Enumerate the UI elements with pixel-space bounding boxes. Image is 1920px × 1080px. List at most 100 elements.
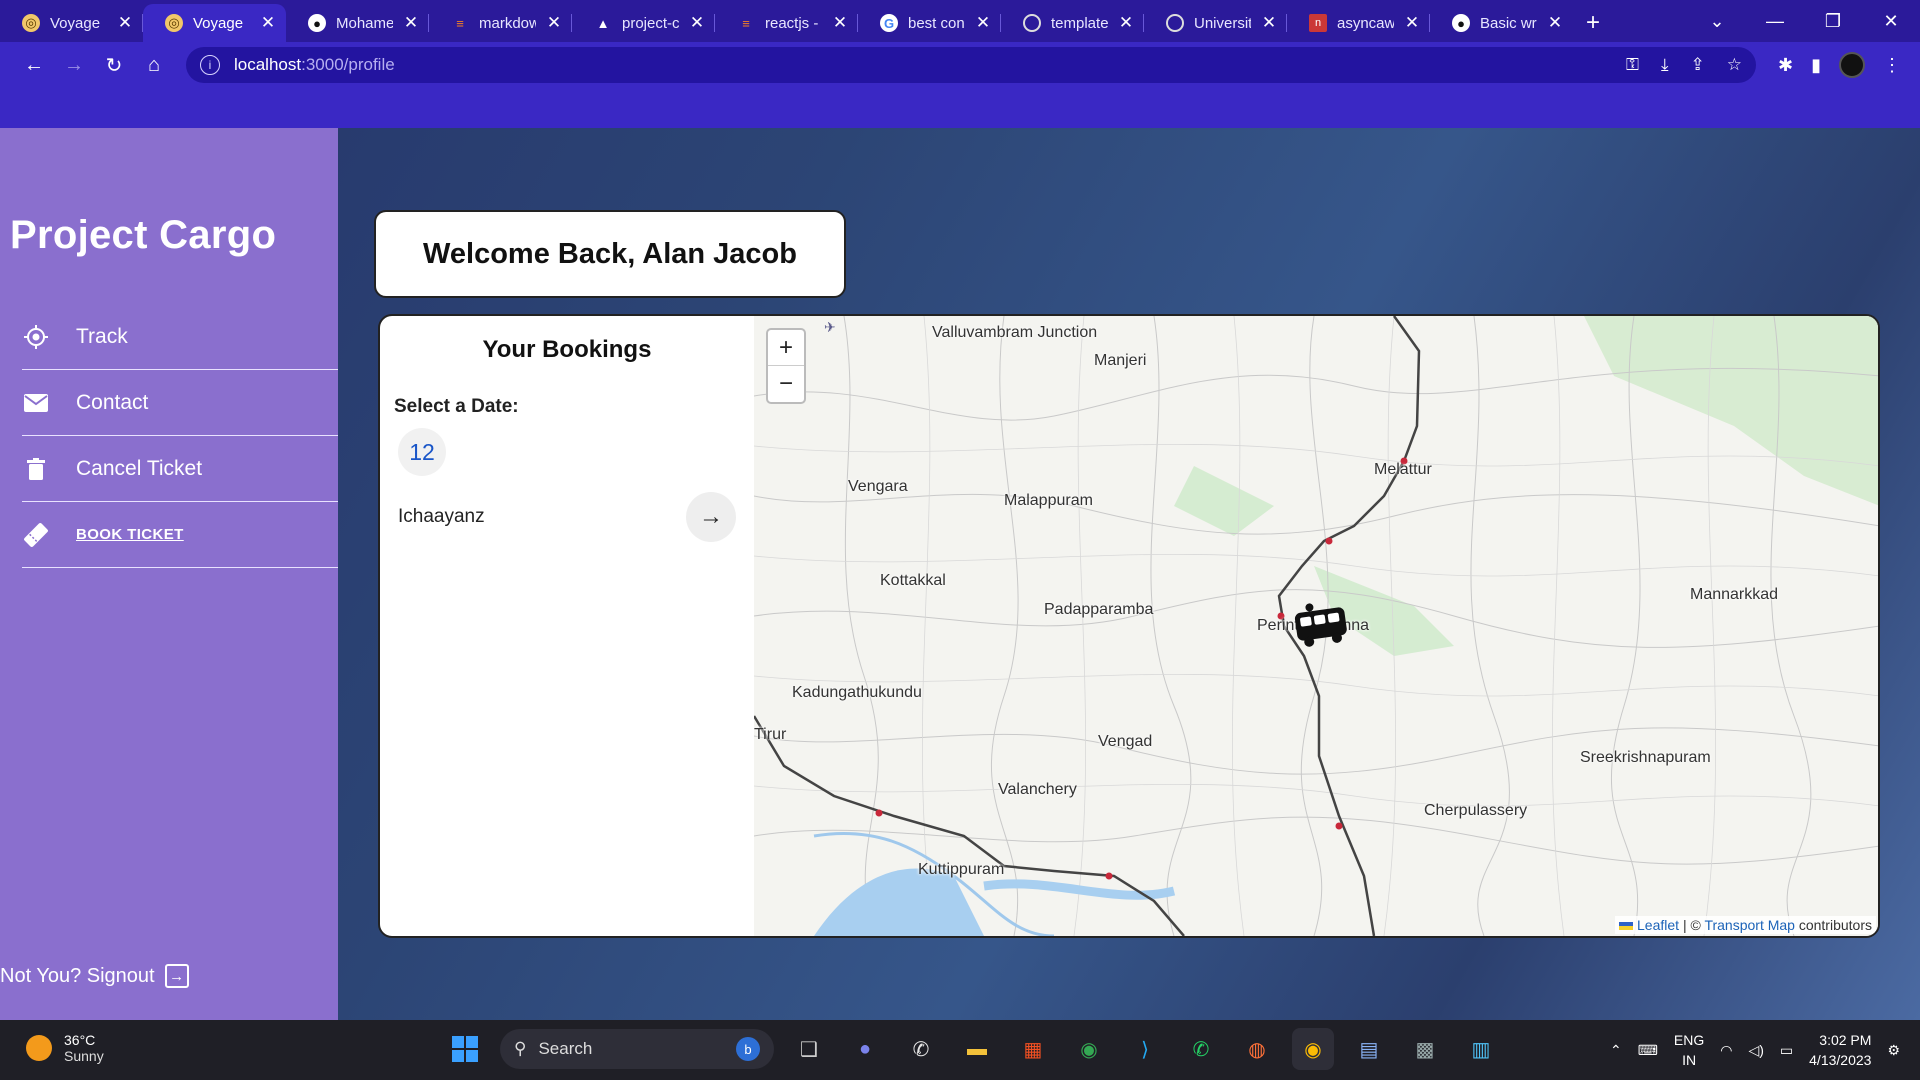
- extensions-icon[interactable]: ✱: [1778, 55, 1793, 76]
- close-icon[interactable]: ✕: [975, 13, 991, 33]
- browser-tab[interactable]: template ✕: [1001, 4, 1144, 42]
- clock[interactable]: 3:02 PM 4/13/2023: [1809, 1030, 1871, 1070]
- profile-page: Project Cargo Track Contact Cancel Ticke…: [0, 128, 1920, 1020]
- menu-icon[interactable]: ⋮: [1883, 55, 1901, 76]
- share-icon[interactable]: ⇪: [1691, 55, 1705, 75]
- sidebar-item-track[interactable]: Track: [22, 304, 338, 370]
- task-view-icon[interactable]: ❑: [788, 1028, 830, 1070]
- tab-search-icon[interactable]: ⌄: [1688, 11, 1746, 32]
- weather-condition: Sunny: [64, 1048, 104, 1064]
- close-window-icon[interactable]: ✕: [1862, 11, 1920, 32]
- temperature: 36°C: [64, 1032, 96, 1048]
- close-icon[interactable]: ✕: [832, 13, 848, 33]
- teams-chat-icon[interactable]: ●: [844, 1028, 886, 1070]
- airport-icon: ✈: [824, 319, 836, 335]
- weather-widget[interactable]: 36°C Sunny: [26, 1032, 104, 1064]
- url-path: :3000/profile: [301, 55, 395, 74]
- chrome-icon[interactable]: ◉: [1068, 1028, 1110, 1070]
- clock-date: 4/13/2023: [1809, 1052, 1872, 1068]
- notepad-icon[interactable]: ▥: [1460, 1028, 1502, 1070]
- bing-icon[interactable]: b: [736, 1037, 760, 1061]
- signout-icon: →: [164, 964, 189, 988]
- calculator-icon[interactable]: ▩: [1404, 1028, 1446, 1070]
- back-icon[interactable]: ←: [14, 47, 54, 83]
- site-info-icon[interactable]: i: [200, 55, 220, 75]
- vscode-icon[interactable]: ⟩: [1124, 1028, 1166, 1070]
- close-icon[interactable]: ✕: [546, 13, 562, 33]
- transport-map-link[interactable]: Transport Map: [1704, 917, 1795, 933]
- map-label: Padapparamba: [1044, 601, 1154, 618]
- key-icon[interactable]: ⚿: [1626, 55, 1639, 75]
- home-icon[interactable]: ⌂: [134, 47, 174, 83]
- new-tab-button[interactable]: +: [1573, 4, 1613, 42]
- wifi-icon[interactable]: ◠: [1720, 1042, 1732, 1059]
- open-booking-button[interactable]: →: [686, 492, 736, 542]
- zoom-control: + −: [766, 328, 806, 404]
- taskbar-search[interactable]: ⚲ Search b: [500, 1029, 774, 1069]
- trash-icon: [22, 455, 50, 483]
- sidebar-item-contact[interactable]: Contact: [22, 370, 338, 436]
- close-icon[interactable]: ✕: [1547, 13, 1563, 33]
- whatsapp-beta-icon[interactable]: ✆: [1180, 1028, 1222, 1070]
- browser-tab[interactable]: ≡ reactjs - / ✕: [715, 4, 858, 42]
- language-indicator[interactable]: ENG IN: [1674, 1030, 1704, 1070]
- date-chip[interactable]: 12: [398, 428, 446, 476]
- profile-avatar[interactable]: [1839, 52, 1865, 78]
- file-explorer-icon[interactable]: ▬: [956, 1028, 998, 1070]
- map-label: Sreekrishnapuram: [1580, 749, 1711, 766]
- reload-icon[interactable]: ↻: [94, 47, 134, 83]
- sidebar-item-label: Cancel Ticket: [76, 456, 203, 480]
- firefox-icon[interactable]: ◍: [1236, 1028, 1278, 1070]
- forward-icon[interactable]: →: [54, 47, 94, 83]
- date-label: Select a Date:: [394, 396, 519, 417]
- close-icon[interactable]: ✕: [1261, 13, 1277, 33]
- browser-tab[interactable]: ● Basic writ ✕: [1430, 4, 1573, 42]
- leaflet-link[interactable]: Leaflet: [1637, 917, 1679, 933]
- keyboard-icon[interactable]: ⌨: [1638, 1042, 1658, 1059]
- chevron-up-icon[interactable]: ⌃: [1610, 1042, 1622, 1059]
- globe-icon: [1166, 14, 1184, 32]
- sidebar-item-book-ticket[interactable]: BOOK TICKET: [22, 502, 338, 568]
- close-icon[interactable]: ✕: [117, 13, 133, 33]
- volume-icon[interactable]: ◁): [1748, 1042, 1763, 1059]
- signout-link[interactable]: Not You? Signout →: [0, 964, 189, 988]
- browser-tab[interactable]: ● Mohamec ✕: [286, 4, 429, 42]
- browser-tab-active[interactable]: ◎ Voyage ✕: [143, 4, 286, 42]
- photos-icon[interactable]: ▤: [1348, 1028, 1390, 1070]
- close-icon[interactable]: ✕: [403, 13, 419, 33]
- restore-icon[interactable]: ❐: [1804, 11, 1862, 32]
- npm-icon: n: [1309, 14, 1327, 32]
- page-top-band: [0, 88, 1920, 128]
- side-panel-icon[interactable]: ▮: [1811, 55, 1821, 76]
- notifications-icon[interactable]: ⚙: [1887, 1042, 1900, 1059]
- ticket-icon: [22, 521, 50, 549]
- url-host: localhost: [234, 55, 302, 74]
- browser-tab[interactable]: n asyncawa ✕: [1287, 4, 1430, 42]
- browser-tab[interactable]: ▲ project-c ✕: [572, 4, 715, 42]
- battery-icon[interactable]: ▭: [1780, 1042, 1793, 1059]
- tab-title: Mohamec: [336, 14, 393, 32]
- browser-tab[interactable]: ≡ markdow ✕: [429, 4, 572, 42]
- map-label: Melattur: [1374, 461, 1432, 478]
- browser-tab[interactable]: University ✕: [1144, 4, 1287, 42]
- microsoft-store-icon[interactable]: ▦: [1012, 1028, 1054, 1070]
- bookmark-star-icon[interactable]: ☆: [1727, 55, 1742, 75]
- zoom-out-button[interactable]: −: [768, 366, 804, 402]
- close-icon[interactable]: ✕: [1118, 13, 1134, 33]
- close-icon[interactable]: ✕: [260, 13, 276, 33]
- whatsapp-icon[interactable]: ✆: [900, 1028, 942, 1070]
- close-icon[interactable]: ✕: [689, 13, 705, 33]
- bookings-title: Your Bookings: [482, 336, 652, 363]
- chrome-profile-icon[interactable]: ◉: [1292, 1028, 1334, 1070]
- map-view[interactable]: ✈ + − Valluvambram Junction Manjeri Mela…: [754, 316, 1878, 936]
- zoom-in-button[interactable]: +: [768, 330, 804, 366]
- bus-marker-icon[interactable]: [1292, 600, 1350, 650]
- install-icon[interactable]: ⤓: [1661, 55, 1669, 75]
- browser-tab[interactable]: Gbest cons ✕: [858, 4, 1001, 42]
- browser-tab[interactable]: ◎ Voyage ✕: [0, 4, 143, 42]
- windows-start-icon[interactable]: [444, 1028, 486, 1070]
- sidebar-item-cancel-ticket[interactable]: Cancel Ticket: [22, 436, 338, 502]
- minimize-icon[interactable]: —: [1746, 11, 1804, 32]
- address-bar[interactable]: i localhost:3000/profile ⚿ ⤓ ⇪ ☆: [186, 47, 1756, 83]
- close-icon[interactable]: ✕: [1404, 13, 1420, 33]
